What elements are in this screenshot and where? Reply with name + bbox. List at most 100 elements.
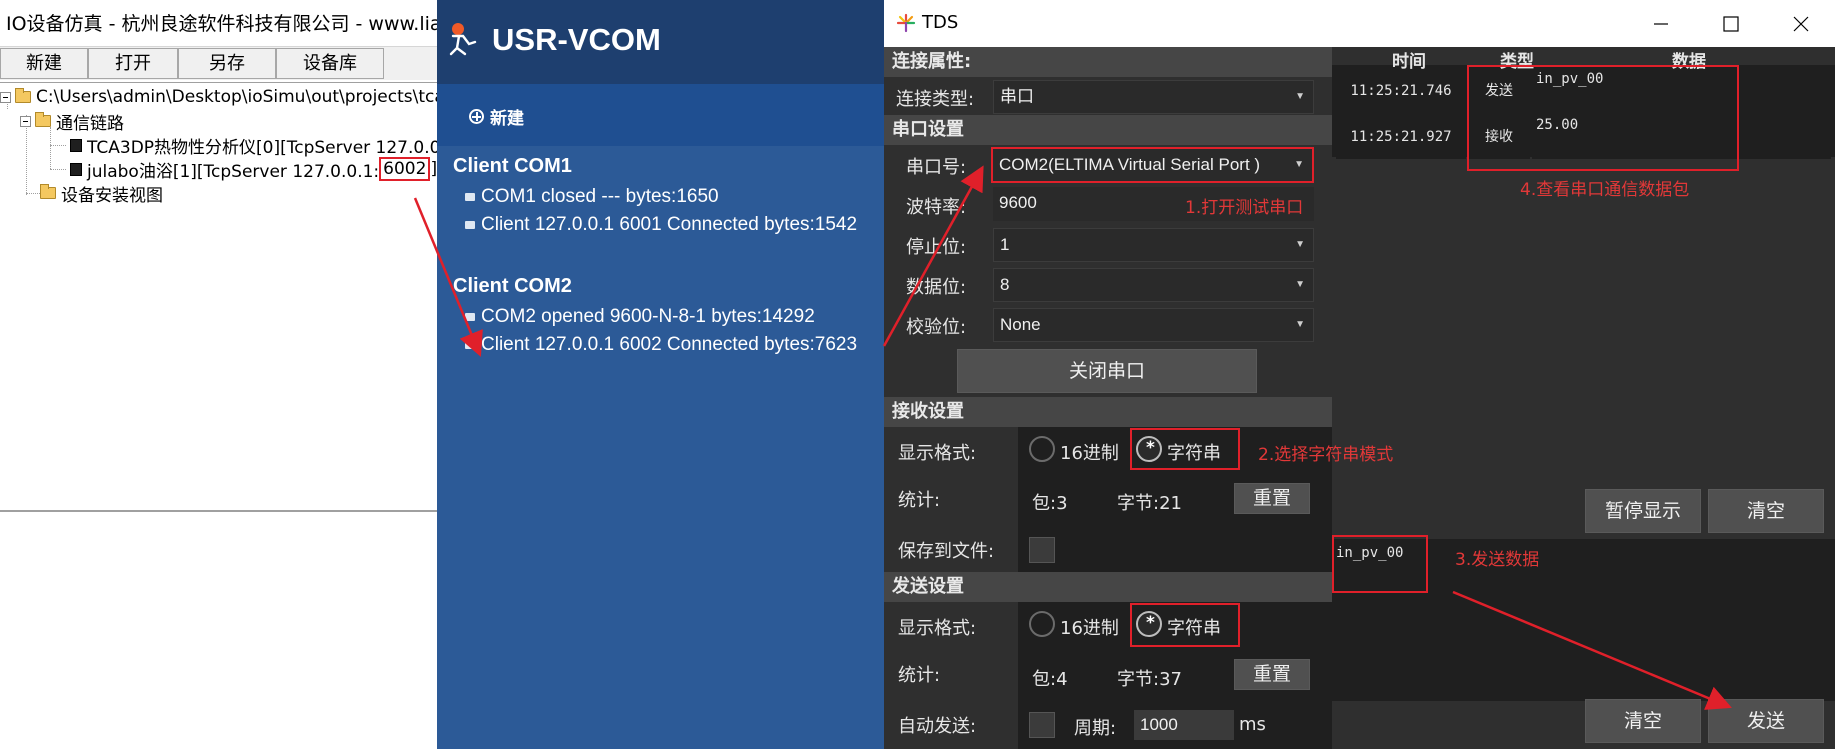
highlight-box	[1130, 428, 1240, 470]
tree-item-label: 设备安装视图	[61, 185, 163, 206]
send-hex-label: 16进制	[1060, 618, 1119, 639]
new-button[interactable]: 新建	[0, 48, 88, 79]
close-port-button[interactable]: 关闭串口	[957, 349, 1257, 393]
parity-select[interactable]: None ▼	[993, 308, 1314, 342]
collapse-toggle-icon[interactable]	[0, 91, 11, 103]
maximize-icon[interactable]	[1716, 9, 1746, 39]
log-cell-time: 11:25:21.927	[1336, 115, 1466, 159]
vcom-window: USR-VCOM 新建 Client COM1 COM1 closed --- …	[437, 0, 884, 749]
device-icon	[70, 162, 82, 176]
receive-hex-radio[interactable]	[1029, 436, 1055, 462]
data-bits-select[interactable]: 8 ▼	[993, 268, 1314, 302]
receive-hex-label: 16进制	[1060, 443, 1119, 464]
vcom-port-row[interactable]: COM2 opened 9600-N-8-1 bytes:14292	[453, 303, 857, 331]
chevron-down-icon: ▼	[1295, 239, 1305, 250]
chevron-down-icon: ▼	[1295, 319, 1305, 330]
tds-window: TDS 连接属性: 连接类型: 串口 ▼ 串口设置 串口号: COM2(ELTI…	[884, 0, 1835, 749]
send-packets: 包:4	[1032, 669, 1068, 690]
close-icon[interactable]	[1786, 9, 1816, 39]
vcom-group-com2[interactable]: Client COM2 COM2 opened 9600-N-8-1 bytes…	[453, 275, 857, 359]
tds-settings-panel: 连接属性: 连接类型: 串口 ▼ 串口设置 串口号: COM2(ELTIMA V…	[884, 47, 1332, 749]
connection-type-label: 连接类型:	[896, 89, 975, 110]
highlight-box	[1467, 65, 1739, 171]
receive-bytes: 字节:21	[1117, 493, 1182, 514]
section-send: 发送设置	[884, 572, 1332, 602]
receive-reset-button[interactable]: 重置	[1234, 483, 1310, 514]
tree-line	[50, 127, 51, 169]
vcom-client-row[interactable]: Client 127.0.0.1 6001 Connected bytes:15…	[453, 211, 857, 239]
io-sim-titlebar: IO设备仿真 - 杭州良途软件科技有限公司 - www.lian	[0, 0, 437, 44]
io-sim-title: IO设备仿真 - 杭州良途软件科技有限公司 - www.lian	[6, 12, 437, 35]
serial-port-value: COM2(ELTIMA Virtual Serial Port )	[999, 155, 1261, 174]
tree-item-label: 通信链路	[56, 113, 124, 134]
save-to-file-checkbox[interactable]	[1029, 537, 1055, 563]
collapse-toggle-icon[interactable]	[20, 115, 31, 127]
tree-item-install-view[interactable]: 设备安装视图	[40, 181, 163, 206]
vcom-header: USR-VCOM	[437, 0, 884, 84]
tree-root[interactable]: C:\Users\admin\Desktop\ioSimu\out\projec…	[0, 85, 437, 109]
client-status-icon	[465, 341, 475, 349]
tree-root-label: C:\Users\admin\Desktop\ioSimu\out\projec…	[36, 87, 437, 107]
tree-line	[50, 169, 66, 170]
open-button[interactable]: 打开	[88, 48, 178, 79]
port-label: 串口号:	[906, 157, 967, 178]
tree-item-device-2[interactable]: julabo油浴[1][TcpServer 127.0.0.1: 6002]	[70, 157, 437, 182]
section-receive: 接收设置	[884, 397, 1332, 427]
period-label: 周期:	[1074, 718, 1117, 739]
data-bits-label: 数据位:	[906, 277, 967, 298]
parity-label: 校验位:	[906, 317, 967, 338]
clear-send-button[interactable]: 清空	[1585, 699, 1701, 743]
folder-icon	[35, 112, 51, 127]
vcom-client-row[interactable]: Client 127.0.0.1 6002 Connected bytes:76…	[453, 331, 857, 359]
highlight-box	[1332, 535, 1428, 593]
stop-bits-value: 1	[1000, 235, 1010, 254]
annotation-step-3: 3.发送数据	[1455, 550, 1540, 570]
clear-log-button[interactable]: 清空	[1708, 489, 1824, 533]
folder-icon	[40, 184, 56, 199]
tds-log-panel: 时间 类型 数据 11:25:21.746 发送 in_pv_00 11:25:…	[1332, 47, 1835, 749]
tds-title: TDS	[922, 12, 959, 33]
serial-port-select[interactable]: COM2(ELTIMA Virtual Serial Port ) ▼	[991, 147, 1314, 183]
save-as-button[interactable]: 另存	[178, 48, 276, 79]
stop-bits-select[interactable]: 1 ▼	[993, 228, 1314, 262]
minimize-icon[interactable]	[1646, 9, 1676, 39]
io-sim-window: IO设备仿真 - 杭州良途软件科技有限公司 - www.lian 新建 打开 另…	[0, 0, 437, 749]
save-to-file-label: 保存到文件:	[898, 541, 995, 562]
send-bytes: 字节:37	[1117, 669, 1182, 690]
log-cell-time: 11:25:21.746	[1336, 69, 1466, 113]
tds-app-icon	[896, 13, 916, 33]
folder-icon	[15, 88, 31, 103]
highlight-box	[1130, 603, 1240, 647]
annotation-step-1: 1.打开测试串口	[1185, 198, 1304, 218]
chevron-down-icon: ▼	[1294, 159, 1304, 170]
tree-item-comm-link[interactable]: 通信链路	[20, 109, 124, 134]
vcom-row-label: COM1 closed --- bytes:1650	[481, 186, 719, 207]
tree-item-device-1[interactable]: TCA3DP热物性分析仪[0][TcpServer 127.0.0	[70, 133, 437, 158]
auto-send-checkbox[interactable]	[1029, 712, 1055, 738]
annotation-step-4: 4.查看串口通信数据包	[1520, 180, 1690, 200]
send-button[interactable]: 发送	[1708, 699, 1824, 743]
project-tree: C:\Users\admin\Desktop\ioSimu\out\projec…	[0, 82, 437, 512]
tree-item-label: julabo油浴[1][TcpServer 127.0.0.1:	[87, 161, 380, 182]
vcom-group-title: Client COM2	[453, 275, 572, 297]
connection-type-select[interactable]: 串口 ▼	[993, 80, 1314, 114]
send-reset-button[interactable]: 重置	[1234, 659, 1310, 690]
chevron-down-icon: ▼	[1295, 279, 1305, 290]
device-library-button[interactable]: 设备库	[276, 48, 384, 79]
section-serial: 串口设置	[884, 115, 1332, 145]
chevron-down-icon: ▼	[1295, 91, 1305, 102]
pause-display-button[interactable]: 暂停显示	[1585, 489, 1701, 533]
tree-line	[50, 145, 66, 146]
section-connection: 连接属性:	[884, 47, 1332, 77]
period-input[interactable]: 1000	[1134, 710, 1234, 740]
vcom-app-title: USR-VCOM	[492, 22, 661, 57]
device-icon	[70, 138, 82, 152]
vcom-new-button[interactable]: 新建	[469, 104, 524, 129]
tds-titlebar: TDS	[884, 0, 1835, 47]
vcom-port-row[interactable]: COM1 closed --- bytes:1650	[453, 183, 857, 211]
plus-circle-icon	[469, 109, 484, 124]
data-bits-value: 8	[1000, 275, 1010, 294]
period-unit: ms	[1239, 714, 1266, 735]
send-hex-radio[interactable]	[1029, 611, 1055, 637]
vcom-group-com1[interactable]: Client COM1 COM1 closed --- bytes:1650 C…	[453, 155, 857, 239]
